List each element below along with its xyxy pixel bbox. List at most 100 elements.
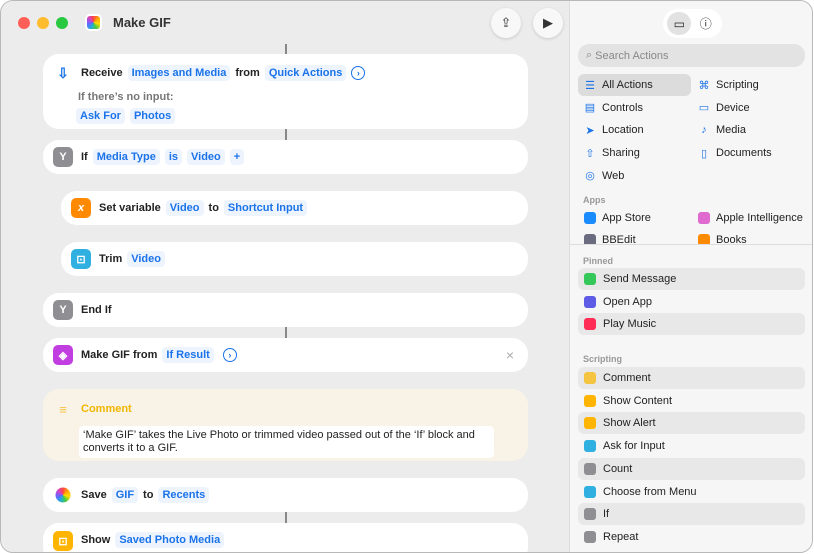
- variable-name-token[interactable]: Video: [165, 200, 204, 216]
- action-label: Show Alert: [603, 417, 656, 430]
- action-verb: End If: [81, 304, 112, 316]
- expand-chevron-icon[interactable]: ›: [351, 66, 366, 80]
- shortcut-editor: Make GIF ⇪ ▶ ⇩ Receive Images and Media …: [1, 1, 569, 552]
- connector: [285, 44, 287, 54]
- connector: [285, 327, 287, 338]
- action-label: Play Music: [603, 318, 657, 331]
- play-icon: ▶: [543, 15, 553, 30]
- photos-app-icon: [85, 14, 102, 31]
- source-token[interactable]: Quick Actions: [264, 65, 347, 81]
- album-token[interactable]: Recents: [158, 487, 210, 503]
- set-variable-action[interactable]: x Set variable Video to Shortcut Input: [61, 191, 528, 225]
- photos-icon: [55, 487, 71, 503]
- app-bbedit[interactable]: BBEdit: [578, 229, 636, 244]
- menu-icon: [584, 485, 596, 498]
- from-label: from: [235, 67, 260, 79]
- if-action[interactable]: Y If Media Type is Video +: [43, 140, 528, 174]
- action-label: Count: [603, 462, 633, 475]
- music-icon: [584, 318, 596, 331]
- action-label: Ask for Input: [603, 440, 665, 453]
- divider: [570, 244, 812, 245]
- input-type-token[interactable]: Images and Media: [127, 65, 231, 81]
- app-apple-intelligence[interactable]: Apple Intelligence: [692, 207, 803, 229]
- action-if[interactable]: If: [578, 503, 805, 526]
- action-comment[interactable]: Comment: [578, 367, 805, 389]
- action-show-alert[interactable]: Show Alert: [578, 412, 805, 435]
- open-app-icon: [584, 295, 596, 308]
- receive-action[interactable]: ⇩ Receive Images and Media from Quick Ac…: [43, 54, 528, 129]
- action-label: Open App: [603, 295, 652, 308]
- count-icon: [584, 462, 596, 475]
- repeat-icon: [584, 530, 596, 543]
- fallback-action-token[interactable]: Ask For: [76, 108, 125, 124]
- app-label: App Store: [602, 212, 651, 224]
- action-play-music[interactable]: Play Music: [578, 313, 805, 336]
- if-icon: [584, 508, 596, 521]
- action-choose-from-menu[interactable]: Choose from Menu: [578, 481, 805, 503]
- comment-label: Comment: [81, 403, 132, 415]
- connector: [285, 512, 287, 523]
- gif-input-token[interactable]: If Result: [162, 347, 214, 363]
- action-verb: Save: [81, 489, 107, 501]
- fallback-value-token[interactable]: Photos: [129, 108, 176, 124]
- comment-icon: [584, 372, 596, 384]
- end-if-action[interactable]: Y End If: [43, 293, 528, 327]
- action-repeat[interactable]: Repeat: [578, 526, 805, 548]
- if-icon: Y: [53, 147, 73, 167]
- app-app-store[interactable]: App Store: [578, 207, 651, 229]
- make-gif-action[interactable]: ◈ Make GIF from If Result › ×: [43, 338, 528, 372]
- trim-input-token[interactable]: Video: [127, 251, 165, 267]
- show-input-token[interactable]: Saved Photo Media: [115, 532, 225, 548]
- actions-library-panel: ▭ ⓘ ⌕ Search Actions ☰ All Actions ⌘ Script…: [569, 1, 812, 552]
- add-condition-button[interactable]: +: [229, 149, 245, 165]
- share-button[interactable]: ⇪: [491, 8, 521, 38]
- no-input-label: If there’s no input:: [78, 91, 174, 103]
- minimize-window-button[interactable]: [37, 17, 49, 29]
- action-label: Send Message: [603, 273, 677, 285]
- window-title: Make GIF: [113, 15, 171, 30]
- zoom-window-button[interactable]: [56, 17, 68, 29]
- action-open-app[interactable]: Open App: [578, 291, 805, 313]
- bbedit-icon: [584, 234, 596, 244]
- condition-variable-token[interactable]: Media Type: [92, 149, 160, 165]
- expand-chevron-icon[interactable]: ›: [222, 348, 237, 362]
- ask-input-icon: [584, 440, 596, 453]
- connector: [285, 129, 287, 140]
- action-verb: Receive: [81, 67, 123, 79]
- action-count[interactable]: Count: [578, 457, 805, 480]
- to-label: to: [208, 202, 219, 214]
- action-label: Choose from Menu: [603, 485, 697, 498]
- action-label: Repeat: [603, 530, 639, 543]
- app-label: Apple Intelligence: [716, 212, 803, 224]
- action-show-content[interactable]: Show Content: [578, 390, 805, 412]
- run-button[interactable]: ▶: [533, 8, 563, 38]
- condition-operator-token[interactable]: is: [164, 149, 183, 165]
- shortcuts-window: Make GIF ⇪ ▶ ⇩ Receive Images and Media …: [0, 0, 813, 553]
- comment-action[interactable]: ≡ Comment ‘Make GIF’ takes the Live Phot…: [43, 389, 528, 461]
- action-label: Show Content: [603, 394, 673, 407]
- show-content-icon: [584, 394, 596, 407]
- show-content-icon: ⊡: [53, 531, 73, 551]
- to-label: to: [143, 489, 154, 501]
- save-action[interactable]: Save GIF to Recents: [43, 478, 528, 512]
- trim-action[interactable]: ⊡ Trim Video: [61, 242, 528, 276]
- close-window-button[interactable]: [18, 17, 30, 29]
- apple-intelligence-icon: [698, 212, 710, 224]
- gif-icon: ◈: [53, 345, 73, 365]
- action-verb: Set variable: [99, 202, 161, 214]
- show-action[interactable]: ⊡ Show Saved Photo Media: [43, 523, 528, 552]
- action-send-message[interactable]: Send Message: [578, 268, 805, 290]
- action-verb: Make GIF from: [81, 349, 158, 361]
- message-icon: [584, 273, 596, 285]
- variable-value-token[interactable]: Shortcut Input: [223, 200, 308, 216]
- save-input-token[interactable]: GIF: [111, 487, 139, 503]
- variable-icon: x: [71, 198, 91, 218]
- if-icon: Y: [53, 300, 73, 320]
- comment-text-field[interactable]: ‘Make GIF’ takes the Live Photo or trimm…: [79, 426, 494, 458]
- remove-action-button[interactable]: ×: [506, 347, 514, 363]
- action-verb: Trim: [99, 253, 123, 265]
- app-books[interactable]: Books: [692, 229, 747, 244]
- action-ask-for-input[interactable]: Ask for Input: [578, 435, 805, 457]
- action-verb: Show: [81, 534, 111, 546]
- condition-value-token[interactable]: Video: [187, 149, 225, 165]
